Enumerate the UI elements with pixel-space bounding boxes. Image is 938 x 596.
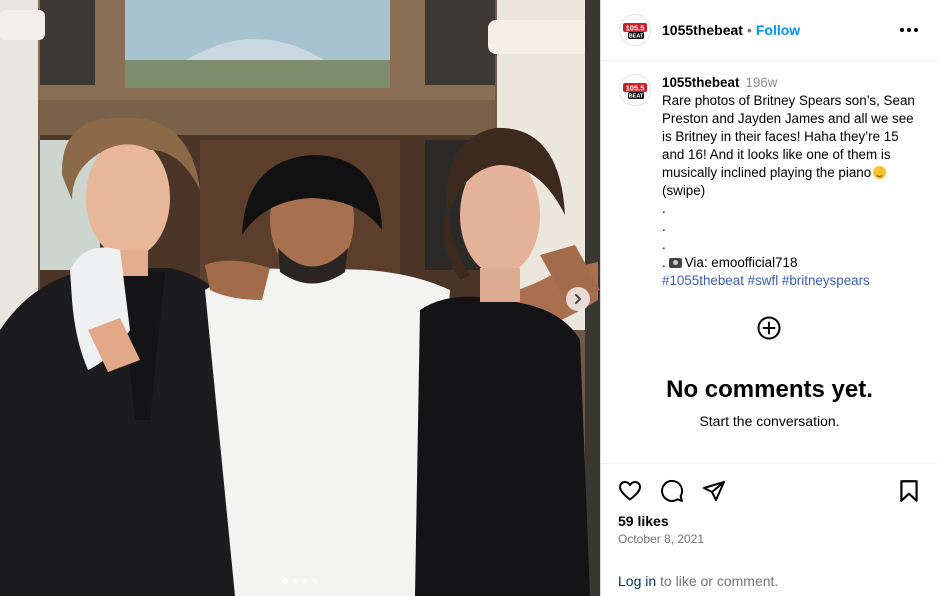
hashtag-link[interactable]: #swfl	[748, 273, 779, 288]
separator: •	[746, 22, 752, 38]
camera-icon	[668, 258, 682, 268]
brand-logo: 105.5 BEAT	[621, 16, 649, 44]
caption-avatar[interactable]: 105.5 BEAT	[619, 74, 651, 106]
chevron-right-icon	[575, 294, 581, 304]
caption-dots: . . .	[662, 201, 666, 252]
carousel-dot	[282, 578, 288, 584]
hashtags: #1055thebeat #swfl #britneyspears	[662, 272, 920, 290]
share-button[interactable]	[701, 478, 727, 504]
carousel-dot	[292, 578, 298, 584]
post-side-panel: 105.5 BEAT 1055thebeat • Follow 105.5 BE…	[600, 0, 938, 596]
bookmark-icon[interactable]	[896, 478, 922, 504]
comment-button[interactable]	[659, 478, 685, 504]
caption-body: 1055thebeat 196w Rare photos of Britney S…	[662, 74, 920, 290]
post-media[interactable]	[0, 0, 600, 596]
svg-text:105.5: 105.5	[626, 24, 645, 33]
carousel-dot	[312, 578, 318, 584]
login-prompt: Log in to like or comment.	[618, 573, 778, 589]
heart-icon	[619, 481, 641, 501]
post-caption: 105.5 BEAT 1055thebeat 196w Rare photos o…	[601, 61, 938, 290]
likes-count[interactable]: 59 likes	[618, 513, 669, 529]
post-header: 105.5 BEAT 1055thebeat • Follow	[601, 0, 938, 61]
hashtag-link[interactable]: #britneyspears	[782, 273, 870, 288]
login-prompt-text: to like or comment.	[656, 573, 779, 589]
carousel-indicator	[282, 578, 318, 584]
post-date[interactable]: October 8, 2021	[618, 532, 704, 546]
header-username[interactable]: 1055thebeat	[662, 22, 743, 38]
login-link[interactable]: Log in	[618, 573, 656, 589]
brand-logo: 105.5 BEAT	[621, 76, 649, 104]
post-photo	[0, 0, 600, 596]
smiling-face-emoji-icon	[873, 166, 887, 179]
hashtag-link[interactable]: #1055thebeat	[662, 273, 744, 288]
caption-time[interactable]: 196w	[745, 75, 777, 90]
like-button[interactable]	[617, 478, 643, 504]
comments-section: 105.5 BEAT 1055thebeat 196w Rare photos o…	[601, 61, 938, 463]
action-icons	[617, 478, 727, 504]
no-comments-title: No comments yet.	[666, 376, 873, 403]
caption-username[interactable]: 1055thebeat	[662, 75, 739, 90]
svg-text:BEAT: BEAT	[629, 34, 644, 40]
caption-via: Via: emoofficial718	[684, 255, 798, 270]
more-options-icon[interactable]	[896, 24, 922, 36]
avatar[interactable]: 105.5 BEAT	[619, 14, 651, 46]
post-actions: 59 likes October 8, 2021 Log in to like …	[601, 463, 938, 596]
paper-plane-icon	[703, 481, 725, 501]
instagram-post: 105.5 BEAT 1055thebeat • Follow 105.5 BE…	[0, 0, 938, 596]
carousel-dot	[302, 578, 308, 584]
svg-text:105.5: 105.5	[626, 84, 645, 93]
plus-circle-icon[interactable]	[757, 316, 781, 340]
svg-text:BEAT: BEAT	[629, 94, 644, 100]
next-slide-button[interactable]	[566, 287, 590, 311]
no-comments-subtitle: Start the conversation.	[699, 413, 840, 429]
follow-button[interactable]: Follow	[756, 22, 800, 38]
speech-bubble-icon	[661, 479, 684, 502]
caption-swipe: (swipe)	[662, 183, 706, 198]
caption-via-prefix: .	[662, 255, 666, 270]
